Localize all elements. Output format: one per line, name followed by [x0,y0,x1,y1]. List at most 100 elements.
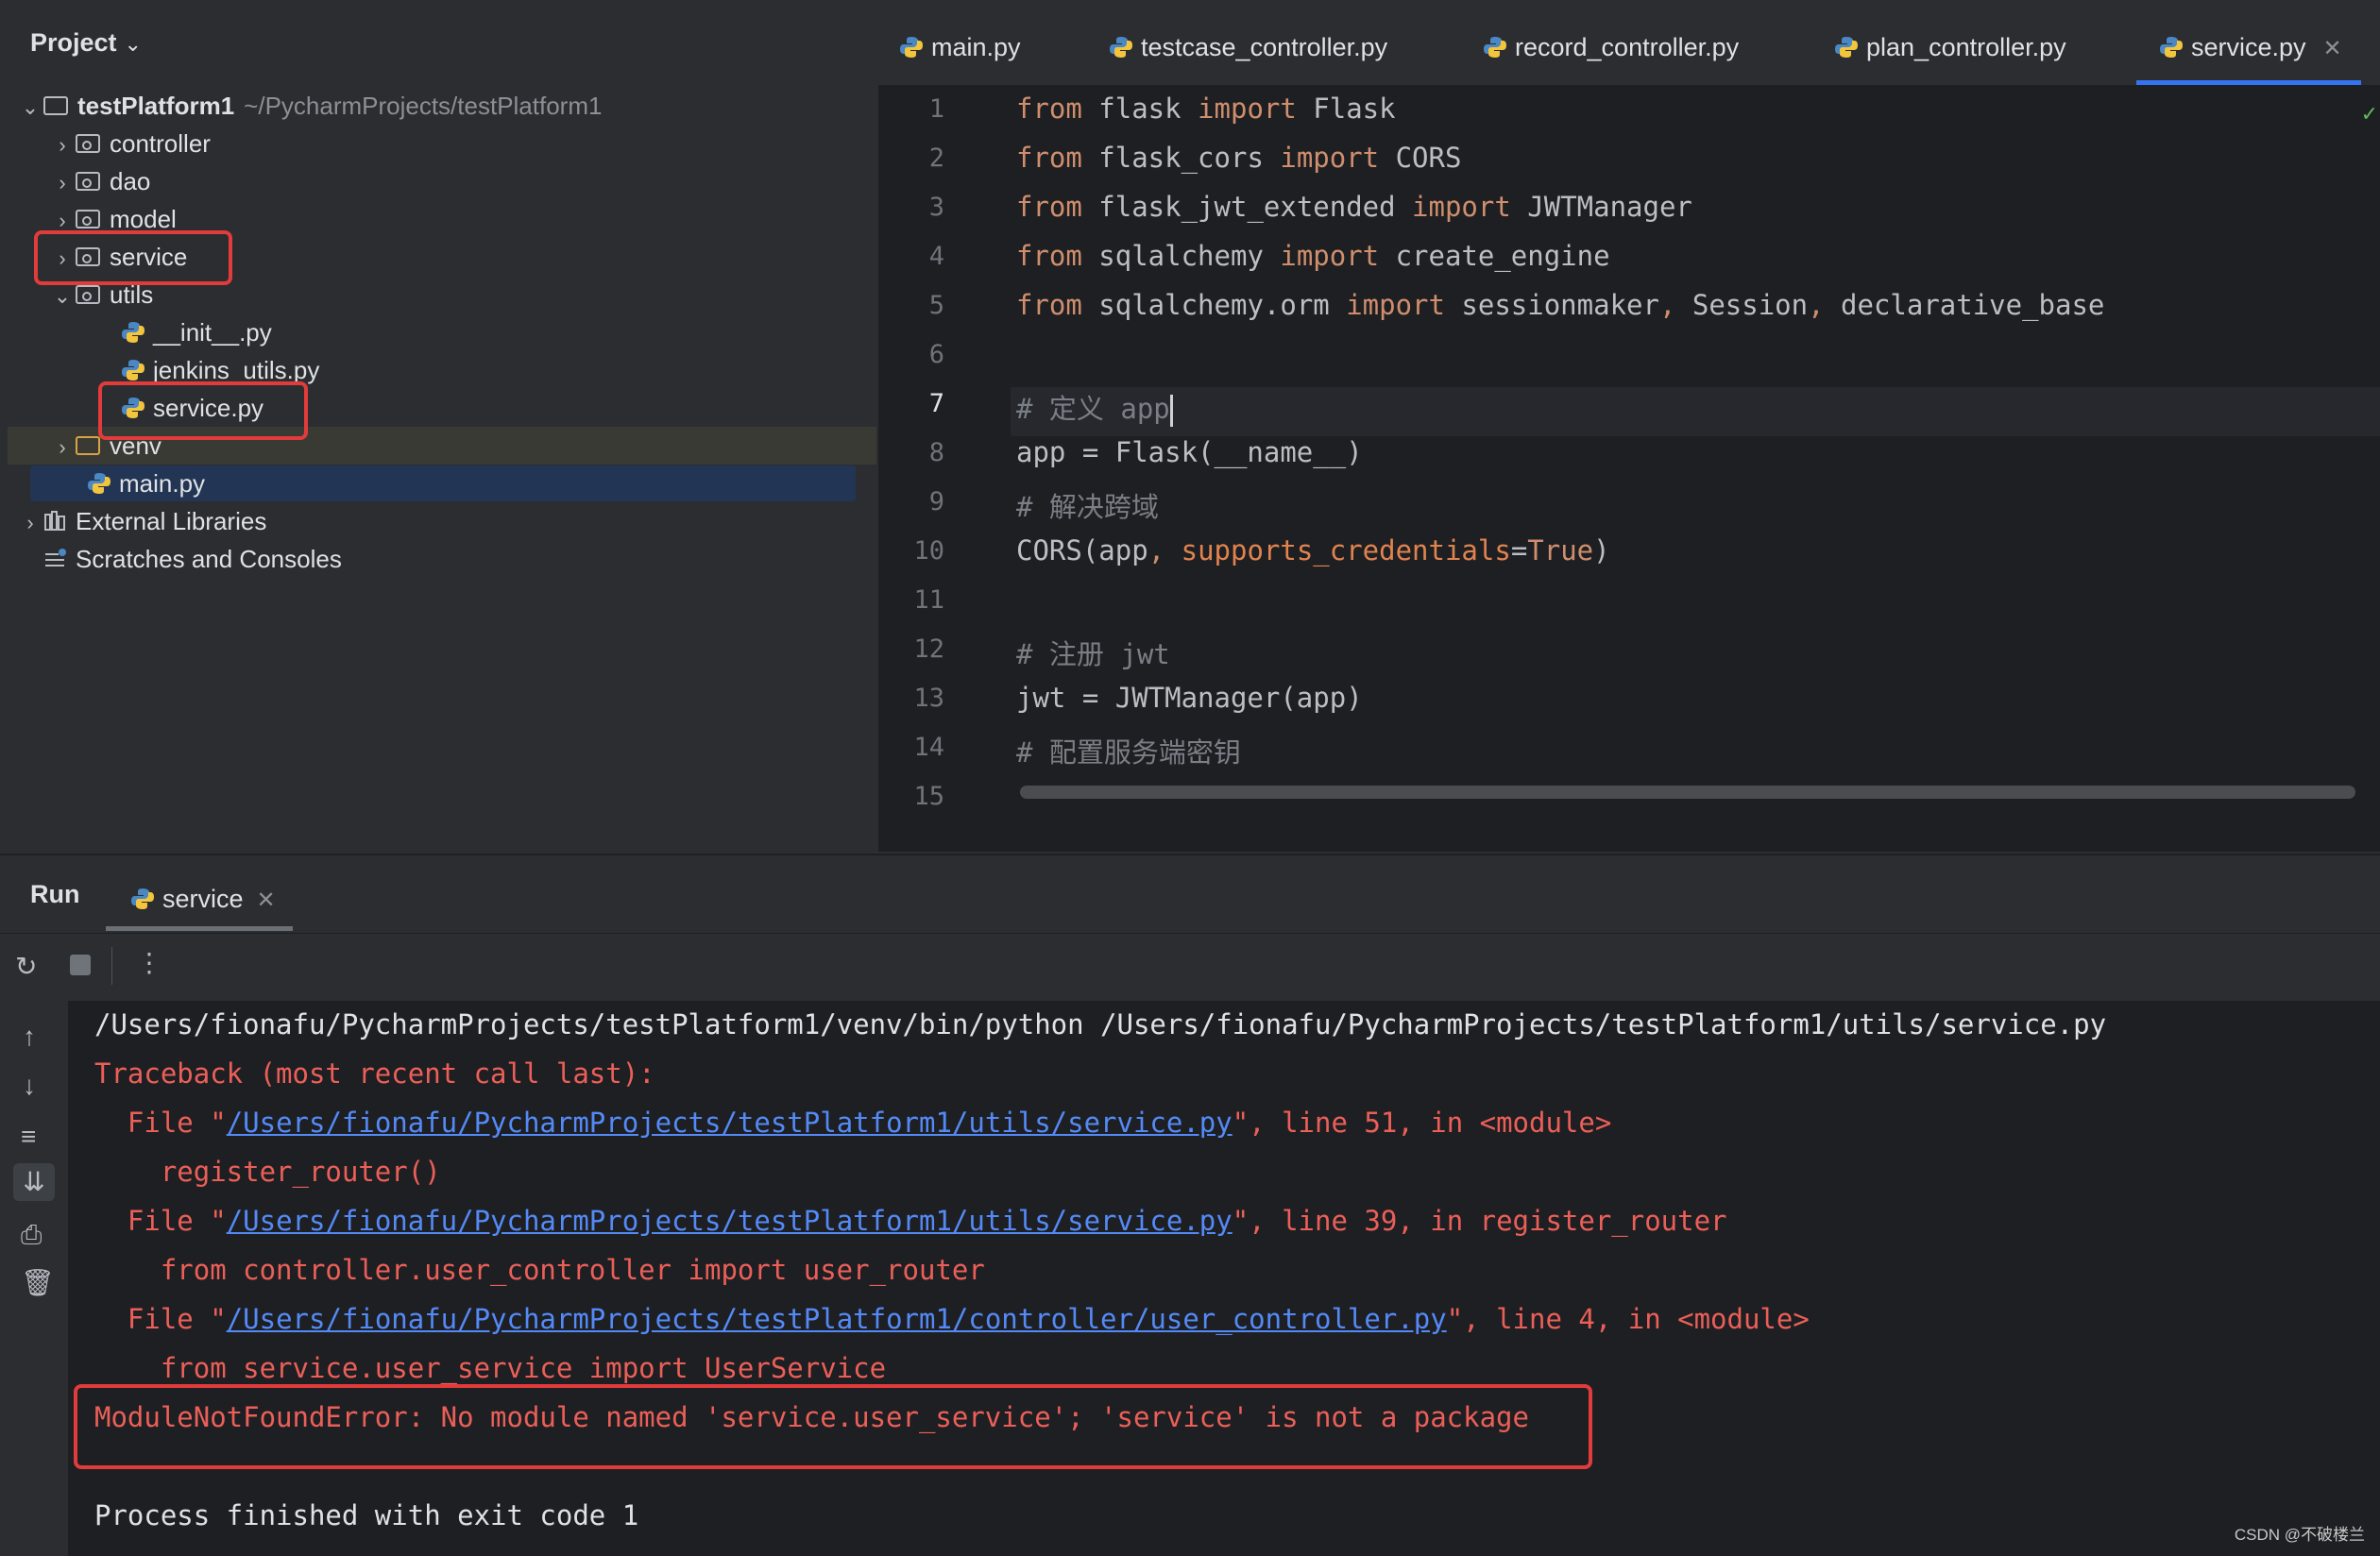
console-traceback-header: Traceback (most recent call last): [94,1057,655,1090]
python-file-icon [2160,36,2183,58]
tree-item-label: __init__.py [153,318,272,347]
file-link[interactable]: /Users/fionafu/PycharmProjects/testPlatf… [227,1303,1447,1335]
run-tab-label: service [162,885,244,913]
editor: main.py testcase_controller.py record_co… [878,0,2380,852]
code-line-10[interactable]: CORS(app, supports_credentials=True) [1016,534,1610,567]
check-icon[interactable]: ✓ [2361,102,2378,127]
root-name: testPlatform1 [77,92,235,120]
tree-item-controller[interactable]: › controller [49,125,211,162]
editor-tab-bar: main.py testcase_controller.py record_co… [878,0,2380,87]
tab-record-controller[interactable]: record_controller.py [1483,0,1739,85]
code-text: declarative_base [1824,289,2105,321]
code-line-9[interactable]: # 解决跨域 [1016,485,1159,525]
code-line-14[interactable]: # 配置服务端密钥 [1016,731,1241,770]
highlight-box-service-folder [34,230,232,285]
package-folder-icon [76,285,100,305]
code-comment: # 配置服务端密钥 [1016,736,1241,769]
scratches-icon [45,549,66,567]
code-text: jwt = JWTManager(app) [1016,682,1363,714]
code-line-2[interactable]: from flask_cors import CORS [1016,142,1461,174]
python-file-icon [88,473,110,495]
close-icon[interactable]: ✕ [2323,36,2342,61]
tree-item-label: main.py [119,469,206,498]
watermark: CSDN @不破楼兰 [2234,1526,2365,1544]
current-line-highlight [1011,387,2380,436]
code-text: create_engine [1379,240,1610,272]
root-path: ~/PycharmProjects/testPlatform1 [244,92,603,120]
code-line-1[interactable]: from flask import Flask [1016,93,1396,125]
tab-service-py[interactable]: service.py ✕ [2136,0,2361,85]
chevron-right-icon[interactable]: › [49,164,76,202]
tree-item-scratches[interactable]: Scratches and Consoles [43,540,342,578]
chevron-down-icon[interactable]: ⌄ [17,89,43,127]
text-caret [1169,395,1173,427]
close-icon[interactable]: ✕ [257,888,276,913]
code-line-5[interactable]: from sqlalchemy.orm import sessionmaker,… [1016,289,2104,321]
tree-item-root[interactable]: ⌄ testPlatform1 ~/PycharmProjects/testPlat… [17,87,603,127]
chevron-right-icon[interactable]: › [17,504,43,542]
code-text: flask_cors [1081,142,1281,174]
project-header-label: Project [30,28,117,57]
frame-prefix: File " [94,1303,227,1335]
tree-item-label: dao [110,167,151,195]
tab-plan-controller[interactable]: plan_controller.py [1834,0,2066,85]
code-keyword: import [1198,93,1297,125]
package-folder-icon [76,134,100,154]
python-file-icon [131,888,154,909]
code-keyword: import [1280,240,1380,272]
chevron-right-icon[interactable]: › [49,127,76,164]
console-command-line: /Users/fionafu/PycharmProjects/testPlatf… [94,1008,2107,1040]
console-traceback-code: register_router() [94,1156,441,1188]
stop-icon[interactable] [70,955,91,975]
trash-icon[interactable]: 🗑 [21,1267,55,1298]
code-line-3[interactable]: from flask_jwt_extended import JWTManage… [1016,191,1692,223]
tree-item-init-py[interactable]: __init__.py [121,313,272,351]
file-link[interactable]: /Users/fionafu/PycharmProjects/testPlatf… [227,1205,1232,1237]
console-exit-message: Process finished with exit code 1 [94,1499,639,1531]
code-punct: , [1658,289,1676,321]
line-number: 10 [913,536,944,566]
tab-main-py[interactable]: main.py [899,0,1021,85]
python-file-icon [122,322,144,344]
more-options-icon[interactable]: ⋮ [136,947,162,978]
horizontal-scrollbar[interactable] [1020,786,2355,799]
chevron-right-icon[interactable]: › [49,429,76,466]
line-number: 6 [928,340,944,369]
arrow-up-icon[interactable]: ↑ [23,1022,36,1052]
run-tab-service[interactable]: service ✕ [106,872,293,931]
line-number: 3 [928,193,944,222]
print-icon[interactable]: ⎙ [21,1220,42,1251]
file-link[interactable]: /Users/fionafu/PycharmProjects/testPlatf… [227,1107,1232,1139]
tab-label: service.py [2191,33,2306,61]
frame-prefix: File " [94,1107,227,1139]
tree-item-label: jenkins_utils.py [153,356,320,384]
package-folder-icon [76,210,100,229]
code-keyword: True [1527,534,1594,567]
folder-icon [76,436,100,456]
code-line-4[interactable]: from sqlalchemy import create_engine [1016,240,1610,272]
tree-item-label: controller [110,129,211,158]
scroll-to-end-icon[interactable]: ⇊ [13,1163,55,1201]
console-traceback-code: from service.user_service import UserSer… [94,1352,887,1384]
console-output[interactable]: /Users/fionafu/PycharmProjects/testPlatf… [68,1001,2380,1556]
folder-icon [43,96,68,116]
tree-item-dao[interactable]: › dao [49,162,150,200]
console-traceback-frame: File "/Users/fionafu/PycharmProjects/tes… [94,1205,1727,1237]
code-line-7[interactable]: # 定义 app [1016,387,1173,427]
tree-item-external-libraries[interactable]: › External Libraries [17,502,266,540]
line-number: 12 [913,634,944,664]
code-line-13[interactable]: jwt = JWTManager(app) [1016,682,1363,714]
code-line-12[interactable]: # 注册 jwt [1016,633,1170,672]
code-line-8[interactable]: app = Flask(__name__) [1016,436,1363,468]
project-view-selector[interactable]: Project ⌄ [30,28,142,58]
tree-item-main-py[interactable]: main.py [87,465,205,502]
frame-suffix: ", line 4, in <module> [1446,1303,1810,1335]
line-number: 15 [913,782,944,811]
soft-wrap-icon[interactable]: ≡ [21,1122,36,1152]
rerun-icon[interactable]: ↻ [15,951,37,982]
tab-testcase-controller[interactable]: testcase_controller.py [1109,0,1387,85]
highlight-box-service-py [98,381,308,440]
code-text: flask_jwt_extended [1081,191,1413,223]
line-number: 11 [913,585,944,615]
arrow-down-icon[interactable]: ↓ [23,1071,36,1101]
